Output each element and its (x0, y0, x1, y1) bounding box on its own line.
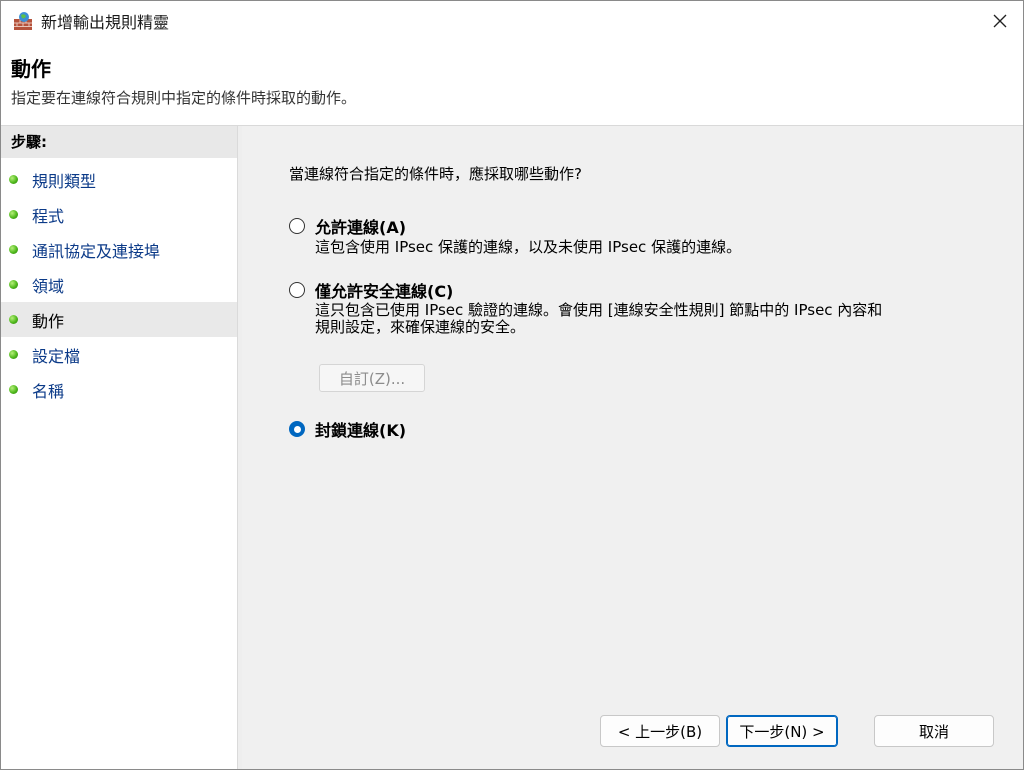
allow-connection-radio[interactable] (289, 218, 305, 234)
option-label: 允許連線(A) (315, 218, 407, 237)
step-rule-type[interactable]: 規則類型 (1, 162, 237, 197)
step-label: 動作 (32, 311, 65, 331)
option-description: 這包含使用 IPsec 保護的連線，以及未使用 IPsec 保護的連線。 (315, 238, 742, 256)
page-title: 動作 (11, 57, 51, 81)
step-action[interactable]: 動作 (1, 302, 237, 337)
main-content: 當連線符合指定的條件時，應採取哪些動作? 允許連線(A) 這包含使用 IPsec… (242, 126, 1023, 769)
option-description: 這只包含已使用 IPsec 驗證的連線。會使用 [連線安全性規則] 節點中的 I… (315, 301, 883, 319)
step-label: 程式 (32, 206, 65, 226)
title-bar: 新增輸出規則精靈 (1, 1, 1023, 41)
option-label: 封鎖連線(K) (315, 421, 407, 440)
step-bullet-icon (9, 210, 18, 219)
allow-connection-option[interactable]: 允許連線(A) (289, 214, 406, 238)
step-protocol-ports[interactable]: 通訊協定及連接埠 (1, 232, 237, 267)
step-bullet-icon (9, 350, 18, 359)
wizard-window: 新增輸出規則精靈 動作 指定要在連線符合規則中指定的條件時採取的動作。 步驟: … (0, 0, 1024, 770)
page-header: 動作 指定要在連線符合規則中指定的條件時採取的動作。 (1, 41, 1023, 126)
step-bullet-icon (9, 245, 18, 254)
step-profile[interactable]: 設定檔 (1, 337, 237, 372)
customize-button[interactable]: 自訂(Z)... (319, 364, 425, 392)
window-title: 新增輸出規則精靈 (41, 13, 170, 32)
step-scope[interactable]: 領域 (1, 267, 237, 302)
step-label: 領域 (32, 276, 65, 296)
cancel-button[interactable]: 取消 (874, 715, 994, 747)
allow-secure-connection-option[interactable]: 僅允許安全連線(C) (289, 278, 453, 302)
block-connection-radio[interactable] (289, 421, 305, 437)
allow-secure-connection-radio[interactable] (289, 282, 305, 298)
step-name[interactable]: 名稱 (1, 372, 237, 407)
close-button[interactable] (977, 1, 1023, 41)
steps-heading: 步驟: (1, 126, 237, 158)
page-description: 指定要在連線符合規則中指定的條件時採取的動作。 (11, 89, 357, 107)
steps-sidebar: 步驟: 規則類型 程式 通訊協定及連接埠 領域 動作 設定檔 名稱 (1, 126, 237, 769)
step-bullet-icon (9, 175, 18, 184)
block-connection-option[interactable]: 封鎖連線(K) (289, 417, 406, 441)
step-label: 規則類型 (32, 171, 97, 191)
step-label: 設定檔 (32, 346, 81, 366)
action-question: 當連線符合指定的條件時，應採取哪些動作? (289, 165, 582, 183)
step-program[interactable]: 程式 (1, 197, 237, 232)
option-description: 規則設定，來確保連線的安全。 (315, 318, 526, 336)
step-bullet-icon (9, 385, 18, 394)
next-button[interactable]: 下一步(N) > (726, 715, 838, 747)
close-icon (993, 14, 1007, 28)
step-label: 通訊協定及連接埠 (32, 241, 161, 261)
step-bullet-icon (9, 280, 18, 289)
step-bullet-icon (9, 315, 18, 324)
step-label: 名稱 (32, 381, 65, 401)
back-button[interactable]: < 上一步(B) (600, 715, 720, 747)
option-label: 僅允許安全連線(C) (315, 282, 454, 301)
firewall-icon (13, 11, 33, 31)
